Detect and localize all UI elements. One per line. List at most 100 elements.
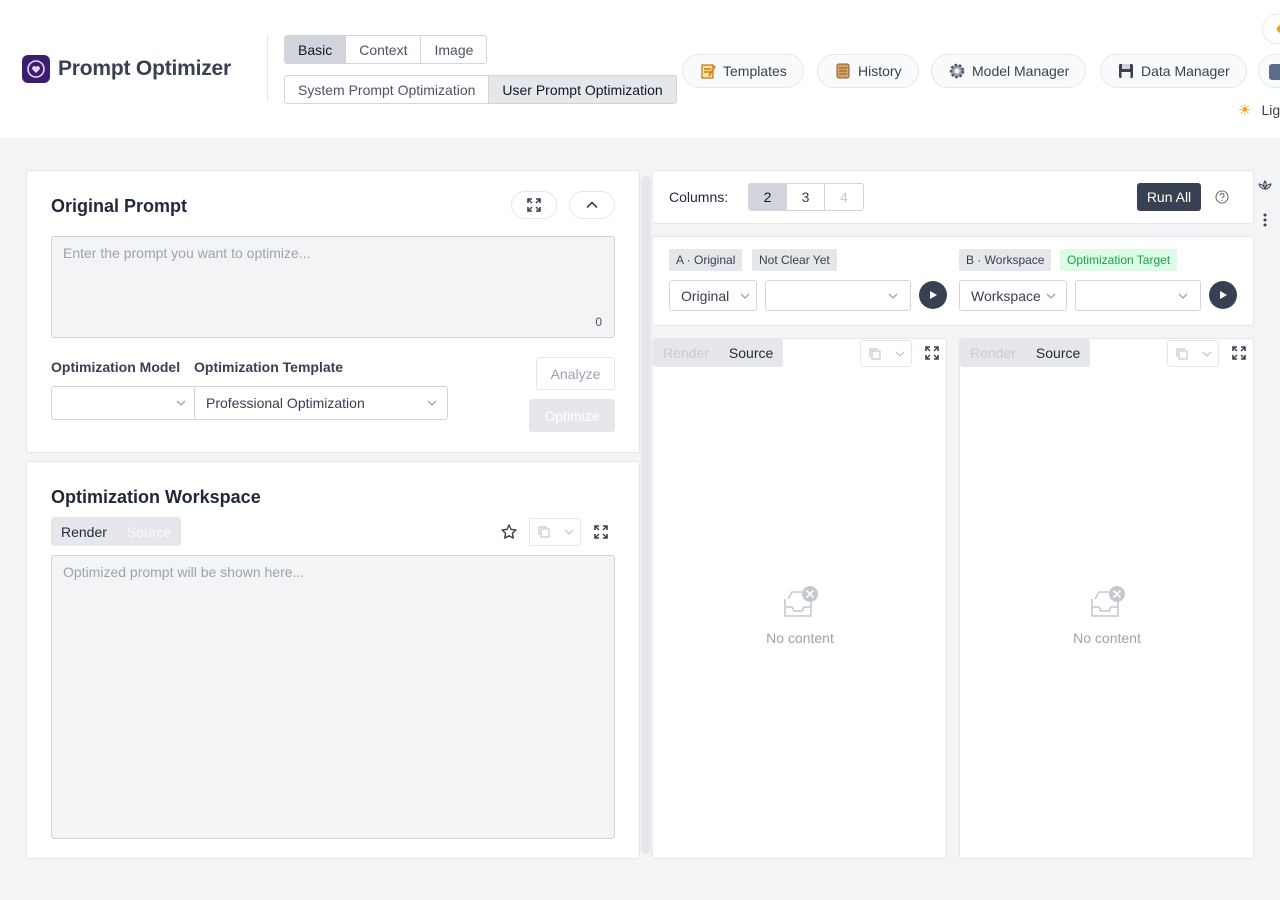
- chevron-up-icon: [586, 201, 598, 209]
- star-icon: [501, 524, 517, 539]
- column-b-source-value: Workspace: [971, 287, 1041, 304]
- column-a-run-button[interactable]: [919, 281, 947, 309]
- tab-render[interactable]: Render: [960, 339, 1026, 367]
- optimization-template-select[interactable]: Professional Optimization: [194, 386, 448, 420]
- char-counter: 0: [595, 315, 602, 329]
- expand-icon: [527, 198, 541, 212]
- expand-icon: [1232, 346, 1246, 360]
- optimization-template-value: Professional Optimization: [206, 395, 365, 411]
- tab-image[interactable]: Image: [421, 36, 486, 63]
- app-header: Prompt Optimizer Basic Context Image Sys…: [0, 0, 1280, 138]
- optimization-template-label: Optimization Template: [194, 359, 344, 375]
- analyze-button[interactable]: Analyze: [536, 357, 615, 390]
- fullscreen-button[interactable]: [511, 191, 557, 219]
- model-manager-button[interactable]: Model Manager: [931, 54, 1087, 88]
- tab-source[interactable]: Source: [718, 339, 784, 367]
- optimized-prompt-output[interactable]: Optimized prompt will be shown here...: [51, 555, 615, 839]
- tab-render[interactable]: Render: [653, 339, 719, 367]
- chevron-down-icon: [888, 293, 898, 299]
- column-a-view-tabs: Render Source: [653, 339, 784, 367]
- more-vertical-icon[interactable]: [1257, 212, 1273, 228]
- empty-state: No content: [740, 585, 860, 646]
- copy-button-group[interactable]: [860, 340, 912, 367]
- history-button[interactable]: History: [817, 54, 919, 88]
- optimization-type-tabs: System Prompt Optimization User Prompt O…: [284, 75, 677, 104]
- gear-icon: [948, 62, 966, 80]
- column-a-tag: A · Original: [669, 249, 743, 271]
- original-prompt-title: Original Prompt: [51, 196, 188, 216]
- logo[interactable]: Prompt Optimizer: [22, 55, 231, 83]
- column-a-source-select[interactable]: Original: [669, 280, 757, 311]
- column-b-view-tabs: Render Source: [960, 339, 1091, 367]
- mode-tabs: Basic Context Image: [284, 35, 488, 64]
- data-manager-button[interactable]: Data Manager: [1100, 54, 1247, 88]
- templates-button[interactable]: Templates: [682, 54, 804, 88]
- columns-option-3[interactable]: 3: [787, 184, 825, 210]
- tab-user-prompt[interactable]: User Prompt Optimization: [489, 76, 676, 103]
- sun-icon: ☀: [1238, 102, 1252, 119]
- copy-icon[interactable]: [530, 519, 558, 545]
- floppy-disk-icon: [1117, 62, 1135, 80]
- fullscreen-button[interactable]: [923, 344, 941, 362]
- empty-text: No content: [766, 630, 834, 646]
- columns-selector: 2 3 4: [748, 183, 864, 211]
- heart-logo-icon: [22, 55, 50, 83]
- workspace-view-tabs: Render Source: [51, 517, 182, 546]
- data-manager-label: Data Manager: [1141, 63, 1230, 79]
- column-b-tag: B · Workspace: [959, 249, 1052, 271]
- favorite-button[interactable]: [500, 523, 518, 541]
- empty-inbox-icon: [1091, 586, 1125, 617]
- column-b-source-select[interactable]: Workspace: [959, 280, 1067, 311]
- run-all-button[interactable]: Run All: [1137, 183, 1201, 211]
- theme-toggle[interactable]: ☀ Lig: [1238, 101, 1280, 119]
- copy-button-group[interactable]: [1167, 340, 1219, 367]
- column-b-status: Optimization Target: [1060, 249, 1178, 271]
- memo-icon: [699, 62, 717, 80]
- more-nav-button[interactable]: [1258, 54, 1280, 88]
- chevron-down-icon: [1044, 289, 1058, 303]
- help-icon[interactable]: [1215, 190, 1229, 204]
- collapse-button[interactable]: [569, 191, 615, 219]
- columns-config-bar: A · Original Not Clear Yet Original B · …: [652, 236, 1254, 326]
- divider: [267, 34, 268, 102]
- chevron-down-icon[interactable]: [889, 341, 911, 367]
- column-b-run-button[interactable]: [1209, 281, 1237, 309]
- column-b-model-select[interactable]: [1075, 280, 1201, 311]
- templates-label: Templates: [723, 63, 787, 79]
- optimization-model-label: Optimization Model: [51, 359, 181, 375]
- optimized-prompt-placeholder: Optimized prompt will be shown here...: [63, 564, 305, 580]
- column-a-model-select[interactable]: [765, 280, 911, 311]
- chevron-down-icon[interactable]: [558, 519, 580, 545]
- scroll-icon: [834, 62, 852, 80]
- chevron-down-icon: [1178, 293, 1188, 299]
- columns-option-4[interactable]: 4: [825, 184, 863, 210]
- play-icon: [1220, 291, 1227, 299]
- tab-source[interactable]: Source: [116, 517, 182, 546]
- fullscreen-button[interactable]: [592, 523, 610, 541]
- app-title: Prompt Optimizer: [58, 57, 231, 80]
- empty-state: No content: [1047, 585, 1167, 646]
- expand-icon: [925, 346, 939, 360]
- original-prompt-input[interactable]: Enter the prompt you want to optimize...…: [51, 236, 615, 338]
- copy-icon[interactable]: [861, 341, 889, 367]
- chevron-down-icon[interactable]: [1196, 341, 1218, 367]
- optimization-model-select[interactable]: [51, 386, 197, 420]
- optimize-button[interactable]: Optimize: [529, 399, 615, 432]
- fullscreen-button[interactable]: [1230, 344, 1248, 362]
- lotus-icon[interactable]: [1257, 178, 1273, 194]
- tab-context[interactable]: Context: [346, 36, 422, 63]
- play-icon: [930, 291, 937, 299]
- star-button[interactable]: [1262, 14, 1280, 44]
- left-panel-scrollbar[interactable]: [641, 176, 651, 854]
- expand-icon: [594, 525, 608, 539]
- tab-system-prompt[interactable]: System Prompt Optimization: [285, 76, 490, 103]
- tab-render[interactable]: Render: [51, 517, 117, 546]
- original-prompt-placeholder: Enter the prompt you want to optimize...: [63, 245, 311, 261]
- tab-basic[interactable]: Basic: [285, 36, 347, 63]
- copy-icon[interactable]: [1168, 341, 1196, 367]
- empty-inbox-icon: [784, 586, 818, 617]
- history-label: History: [858, 63, 902, 79]
- columns-option-2[interactable]: 2: [749, 184, 787, 210]
- copy-button-group[interactable]: [529, 518, 581, 546]
- tab-source[interactable]: Source: [1025, 339, 1091, 367]
